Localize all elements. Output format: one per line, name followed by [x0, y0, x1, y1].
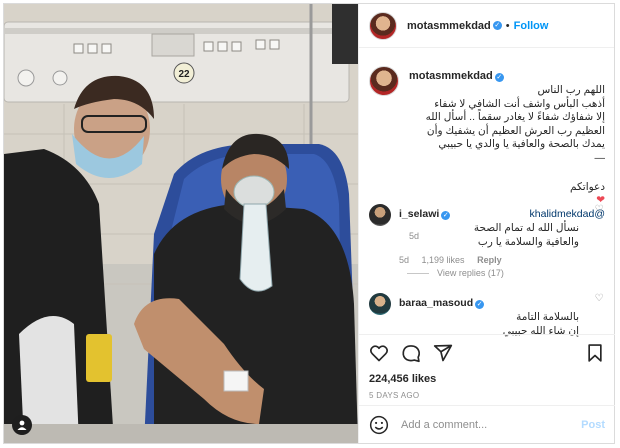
view-replies-label: View replies (17): [437, 268, 504, 278]
reply-button[interactable]: Reply: [477, 255, 502, 265]
share-icon[interactable]: [433, 343, 453, 363]
likes-count[interactable]: 224,456 likes: [369, 373, 605, 385]
comment-item: i_selawi ✓ نسأل الله له تمام الصحة والعاف…: [369, 204, 605, 265]
verified-badge-icon: ✓: [492, 21, 502, 30]
post-photo[interactable]: 22: [4, 4, 358, 443]
post-sidebar: motasmmekdad ✓ • Follow motasmmekdad ✓ ال…: [358, 4, 615, 443]
caption-username[interactable]: motasmmekdad: [409, 70, 493, 82]
comment-likes[interactable]: 1,199 likes: [422, 255, 465, 265]
comment-text-content: بالسلامة التامة إن شاء الله حبيبي: [502, 311, 579, 337]
author-username[interactable]: motasmmekdad: [407, 20, 491, 32]
bed-number: 22: [178, 69, 190, 80]
post-actions: 224,456 likes 5 DAYS AGO: [359, 334, 615, 400]
comment-time: 5d: [399, 255, 410, 265]
comment-icon[interactable]: [401, 343, 421, 363]
emoji-icon[interactable]: [369, 415, 389, 435]
comment-item: baraa_masoud ✓ بالسلامة التامة إن شاء الل…: [369, 293, 605, 338]
comment-avatar[interactable]: [369, 293, 391, 315]
post-timestamp: 5 DAYS AGO: [369, 391, 420, 400]
view-replies-button[interactable]: View replies (17): [407, 268, 504, 278]
comment-username[interactable]: i_selawi: [399, 208, 439, 220]
hospital-photo-illustration: 22: [4, 4, 358, 443]
verified-badge-icon: ✓: [475, 300, 485, 309]
post-header: motasmmekdad ✓ • Follow: [359, 4, 614, 48]
comment-like-heart-icon[interactable]: ♡: [593, 293, 605, 338]
verified-badge-icon: ✓: [494, 73, 504, 82]
comment-text: نسأل الله له تمام الصحة والعافية والسلام…: [473, 222, 579, 248]
heart-icon[interactable]: [369, 343, 389, 363]
caption-footer-text: دعواتكم: [570, 180, 605, 193]
instagram-post: 22 motasmmekdad ✓ • Follow motasmmekdad …: [3, 3, 615, 444]
follow-button[interactable]: Follow: [514, 20, 549, 32]
comment-username[interactable]: baraa_masoud: [399, 297, 473, 309]
view-replies-divider: [407, 273, 429, 275]
separator-dot: •: [505, 19, 510, 32]
verified-badge-icon: ✓: [441, 211, 451, 220]
caption-text: اللهم رب الناس أذهب البأس واشف أنت الشاف…: [425, 84, 605, 164]
comment-avatar[interactable]: [369, 204, 391, 226]
add-comment-bar: Post: [359, 405, 615, 443]
comment-like-heart-icon[interactable]: ♡: [593, 204, 605, 265]
add-comment-input[interactable]: [399, 417, 582, 432]
save-icon[interactable]: [585, 343, 605, 363]
post-comment-button[interactable]: Post: [581, 419, 605, 431]
tag-user-icon[interactable]: [12, 415, 32, 435]
author-avatar[interactable]: [369, 11, 397, 40]
caption-author-avatar[interactable]: [369, 66, 399, 96]
comment-meta: 5d 1,199 likes Reply: [399, 255, 579, 265]
